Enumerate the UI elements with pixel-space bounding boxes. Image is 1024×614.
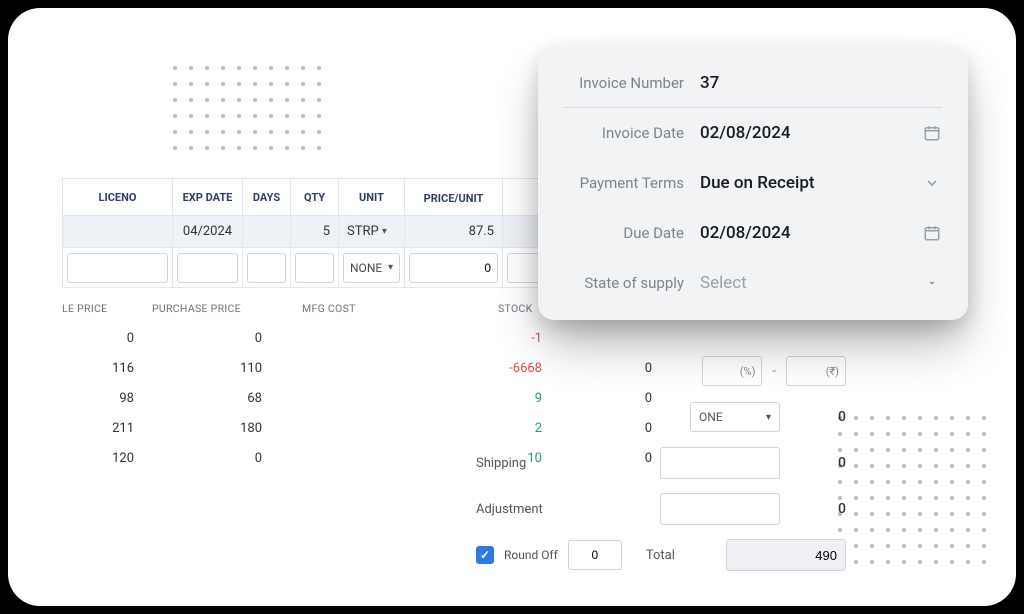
invoice-date-field[interactable]: 02/08/2024 (700, 123, 942, 143)
calendar-icon[interactable] (922, 123, 942, 143)
adjustment-value: 0 (790, 501, 846, 517)
summary-adjustment-row: Adjustment 0 (476, 486, 846, 532)
chevron-down-icon: ▾ (766, 412, 771, 423)
shipping-value: 0 (790, 455, 846, 471)
cell-leprice: 0 (62, 331, 152, 346)
adjustment-label: Adjustment (476, 502, 650, 517)
due-date-field[interactable]: 02/08/2024 (700, 223, 942, 243)
input-days[interactable] (247, 253, 286, 283)
roundoff-input[interactable] (568, 540, 622, 570)
total-label: Total (632, 548, 716, 563)
col-header-qty: QTY (291, 179, 338, 215)
cell-purchaseprice: 180 (152, 421, 302, 436)
state-of-supply-select[interactable]: Select (700, 273, 942, 293)
roundoff-label: Round Off (504, 548, 558, 562)
shipping-label: Shipping (476, 456, 650, 471)
cell-priceunit: 87.5 (405, 215, 502, 247)
shipping-input[interactable] (660, 447, 780, 479)
cell-days (243, 215, 290, 247)
cell-qty: 5 (291, 215, 338, 247)
cell-purchaseprice: 68 (152, 391, 302, 406)
decorative-dots-bottom (838, 416, 986, 564)
col-header-liceno: LICENO (63, 179, 172, 215)
cell-liceno (63, 215, 172, 247)
cell-purchaseprice: 110 (152, 361, 302, 376)
cell-stock: -1 (442, 331, 582, 346)
summary-discount-row: (%) - (₹) (476, 348, 846, 394)
cell-leprice: 98 (62, 391, 152, 406)
invoice-number-label: Invoice Number (564, 74, 700, 92)
invoice-date-label: Invoice Date (564, 124, 700, 142)
tax-select[interactable]: ONE▾ (690, 402, 780, 432)
pt-header-mfgcost: MFG COST (302, 302, 442, 315)
payment-terms-select[interactable]: Due on Receipt (700, 173, 942, 193)
summary-tax-row: ONE▾ 0 (476, 394, 846, 440)
chevron-down-icon (922, 173, 942, 193)
col-header-expdate: EXP DATE (173, 179, 242, 215)
pt-header-purchaseprice: PURCHASE PRICE (152, 302, 302, 315)
cell-unit: STRP ▾ (339, 215, 404, 247)
payment-terms-label: Payment Terms (564, 174, 700, 192)
invoice-header-card: Invoice Number 37 Invoice Date 02/08/202… (538, 46, 968, 320)
state-of-supply-label: State of supply (564, 274, 700, 292)
cell-leprice: 116 (62, 361, 152, 376)
invoice-summary: (%) - (₹) ONE▾ 0 Shipping 0 Adjustment 0… (476, 348, 846, 578)
due-date-label: Due Date (564, 224, 700, 242)
total-value (726, 539, 846, 571)
input-liceno[interactable] (67, 253, 168, 283)
calendar-icon[interactable] (922, 223, 942, 243)
col-header-unit: UNIT (339, 179, 404, 215)
cell-expdate: 04/2024 (173, 215, 242, 247)
summary-shipping-row: Shipping 0 (476, 440, 846, 486)
input-qty[interactable] (295, 253, 334, 283)
chevron-down-icon (922, 273, 942, 293)
col-header-priceunit: PRICE/UNIT (405, 179, 502, 215)
input-expdate[interactable] (177, 253, 238, 283)
decorative-dots-top (173, 66, 321, 150)
chevron-down-icon: ▾ (388, 262, 393, 273)
input-priceunit[interactable] (409, 253, 498, 283)
summary-total-row: ✓ Round Off Total (476, 532, 846, 578)
pt-header-leprice: LE PRICE (62, 302, 152, 315)
cell-purchaseprice: 0 (152, 451, 302, 466)
col-header-days: DAYS (243, 179, 290, 215)
select-unit[interactable]: NONE▾ (343, 253, 400, 283)
cell-leprice: 120 (62, 451, 152, 466)
summary-tax-value: 0 (790, 409, 846, 425)
discount-amount-input[interactable]: (₹) (786, 356, 846, 386)
adjustment-input[interactable] (660, 493, 780, 525)
discount-percent-input[interactable]: (%) (702, 356, 762, 386)
chevron-down-icon: ▾ (382, 226, 387, 237)
roundoff-checkbox[interactable]: ✓ (476, 546, 494, 564)
cell-leprice: 211 (62, 421, 152, 436)
invoice-number-field[interactable]: 37 (700, 73, 942, 93)
cell-purchaseprice: 0 (152, 331, 302, 346)
